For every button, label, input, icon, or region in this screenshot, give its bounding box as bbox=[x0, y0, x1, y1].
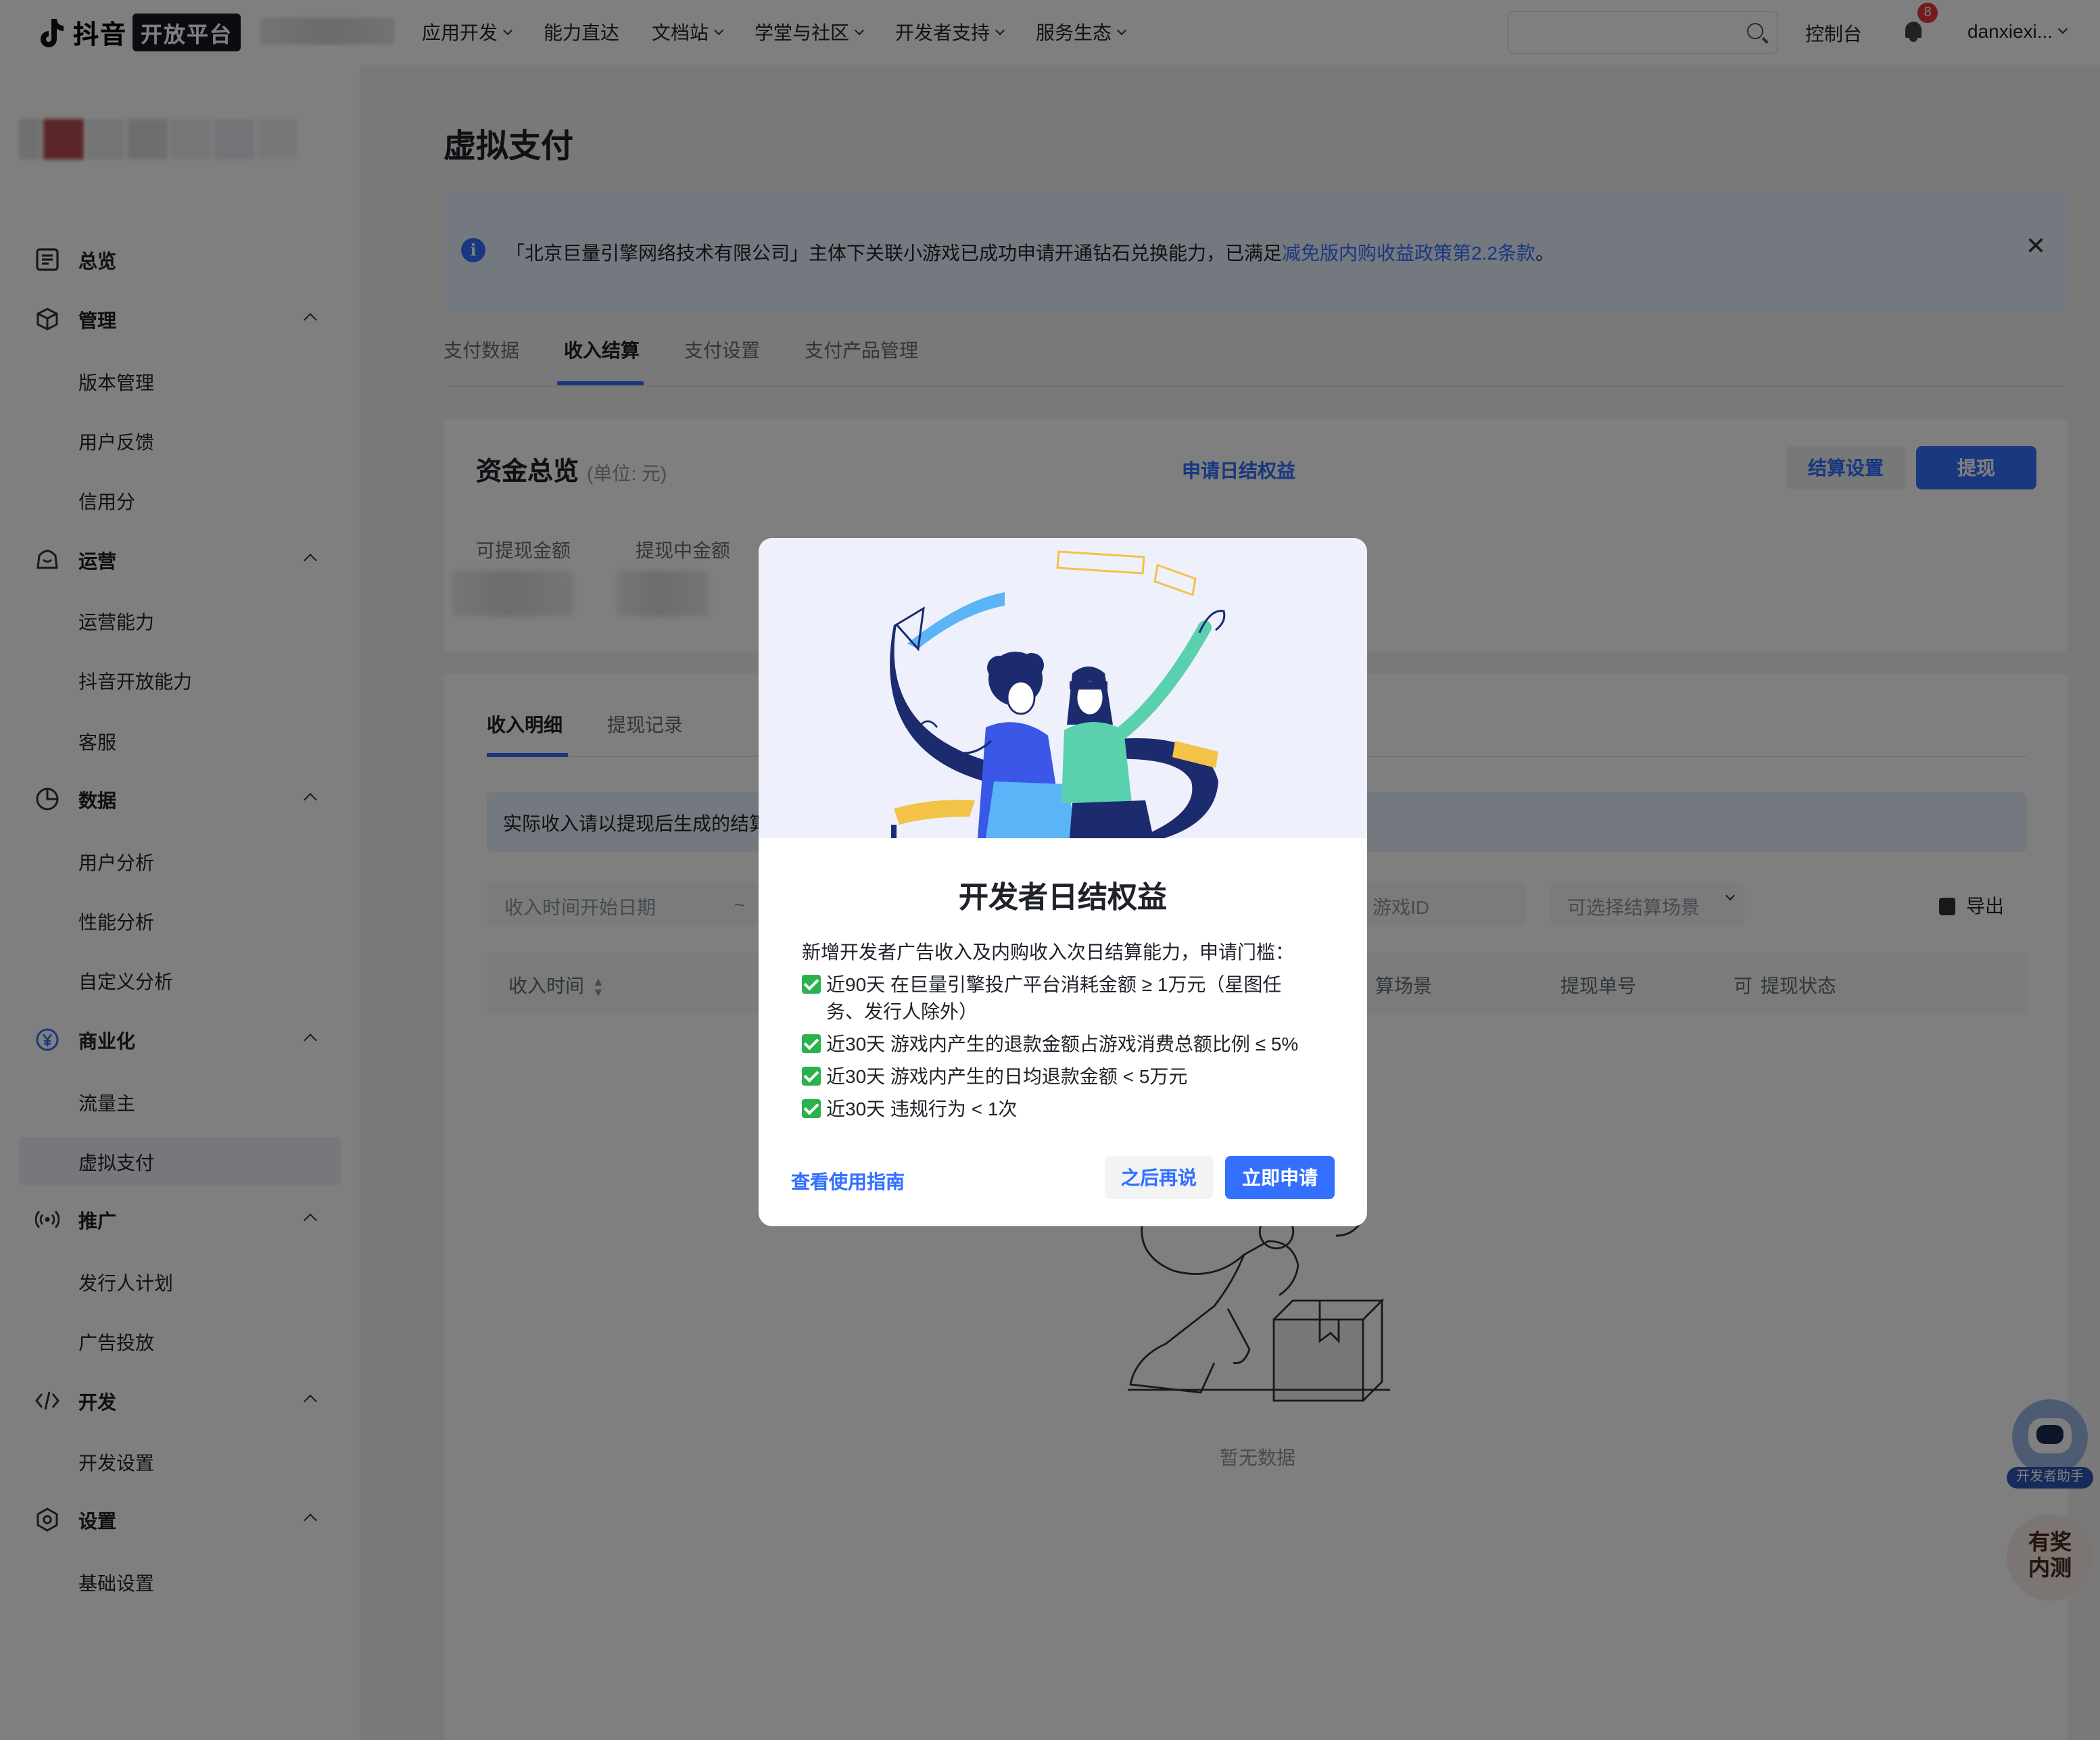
check-icon bbox=[802, 1034, 821, 1053]
requirement-item: 近30天 游戏内产生的退款金额占游戏消费总额比例 ≤ 5% bbox=[802, 1030, 1316, 1057]
modal-title: 开发者日结权益 bbox=[958, 880, 1167, 914]
celebration-illustration bbox=[890, 550, 1226, 838]
modal-hero bbox=[759, 538, 1367, 838]
requirement-item: 近90天 在巨量引擎投广平台消耗金额 ≥ 1万元（星图任务、发行人除外） bbox=[802, 971, 1316, 1025]
requirement-item: 近30天 游戏内产生的日均退款金额 < 5万元 bbox=[802, 1063, 1316, 1090]
check-icon bbox=[802, 1067, 821, 1086]
view-guide-link[interactable]: 查看使用指南 bbox=[791, 1168, 905, 1195]
apply-now-button[interactable]: 立即申请 bbox=[1225, 1156, 1335, 1199]
check-icon bbox=[802, 1099, 821, 1118]
later-button[interactable]: 之后再说 bbox=[1105, 1156, 1213, 1199]
daily-settlement-modal: 开发者日结权益 新增开发者广告收入及内购收入次日结算能力，申请门槛： 近90天 … bbox=[759, 538, 1367, 1226]
check-icon bbox=[802, 975, 821, 994]
modal-intro: 新增开发者广告收入及内购收入次日结算能力，申请门槛： bbox=[802, 941, 1294, 963]
requirement-item: 近30天 违规行为 < 1次 bbox=[802, 1095, 1316, 1122]
